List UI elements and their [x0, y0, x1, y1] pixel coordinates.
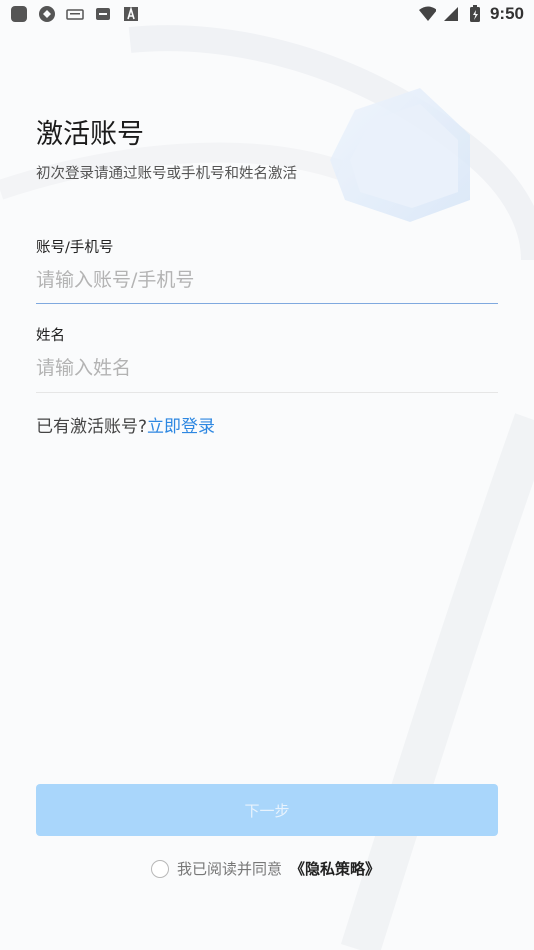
text-a-icon: [122, 5, 140, 23]
sync-icon: [38, 5, 56, 23]
status-time: 9:50: [489, 4, 524, 23]
battery-icon: [466, 5, 484, 23]
keyboard-icon: [66, 5, 84, 23]
login-prompt-text: 已有激活账号?: [36, 417, 148, 437]
login-prompt: 已有激活账号?立即登录: [36, 412, 215, 437]
next-button[interactable]: 下一步: [36, 784, 498, 836]
status-bar-left: [10, 5, 140, 23]
account-underline: [36, 303, 498, 304]
agreement-checkbox[interactable]: [151, 859, 169, 878]
page-subtitle: 初次登录请通过账号或手机号和姓名激活: [36, 166, 297, 182]
account-label: 账号/手机号: [36, 240, 114, 256]
notification-icon: [94, 5, 112, 23]
page-title: 激活账号: [36, 119, 144, 150]
agreement-text: 我已阅读并同意: [177, 860, 283, 878]
wifi-icon: [418, 5, 436, 23]
name-underline: [36, 392, 498, 393]
name-input[interactable]: [36, 348, 498, 388]
app-icon: [10, 5, 28, 23]
agreement-row: 我已阅读并同意 《隐私策略》: [151, 858, 380, 879]
privacy-policy-link[interactable]: 《隐私策略》: [290, 858, 380, 879]
status-bar: 9:50: [0, 0, 534, 28]
status-bar-right: 9:50: [418, 4, 524, 24]
login-link[interactable]: 立即登录: [147, 417, 215, 437]
signal-icon: [442, 5, 460, 23]
hexagon-shape: [330, 88, 470, 222]
account-input[interactable]: [36, 260, 498, 300]
name-label: 姓名: [36, 328, 65, 344]
